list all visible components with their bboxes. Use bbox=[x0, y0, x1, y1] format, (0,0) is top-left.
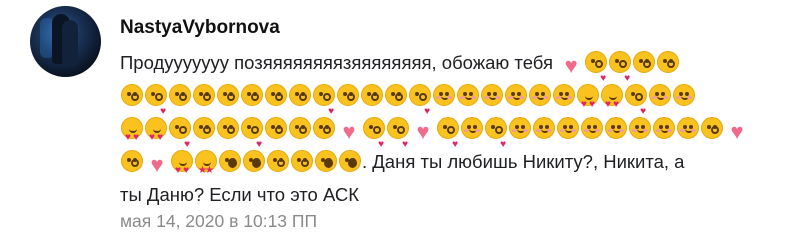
message-line bbox=[120, 79, 780, 128]
kissing-heart-icon bbox=[437, 117, 459, 161]
sparkling-heart-icon: ♥ bbox=[150, 152, 164, 177]
kissing-closed-eyes-icon bbox=[121, 84, 143, 106]
message-text: . Даня ты любишь Никиту?, Никита, а bbox=[362, 151, 685, 172]
author-avatar[interactable] bbox=[30, 6, 101, 77]
kissing-closed-eyes-icon bbox=[657, 51, 680, 73]
blush-icon bbox=[557, 117, 579, 139]
blush-icon bbox=[649, 84, 671, 106]
blush-icon bbox=[677, 117, 699, 139]
hushed-icon bbox=[315, 150, 337, 172]
blush-icon bbox=[529, 84, 551, 106]
kissing-heart-icon bbox=[387, 117, 409, 161]
kissing-heart-icon bbox=[363, 117, 385, 161]
blush-icon bbox=[581, 117, 603, 139]
heart-eyes-icon bbox=[601, 84, 623, 121]
kissing-closed-eyes-icon bbox=[169, 84, 191, 106]
kissing-closed-eyes-icon bbox=[291, 150, 313, 172]
kissing-closed-eyes-icon bbox=[217, 84, 239, 106]
kissing-closed-eyes-icon bbox=[241, 84, 263, 106]
kissing-heart-icon bbox=[625, 84, 647, 128]
blush-icon bbox=[481, 84, 503, 106]
heart-eyes-icon bbox=[171, 150, 193, 187]
kissing-closed-eyes-icon bbox=[193, 117, 215, 139]
kissing-heart-icon bbox=[145, 84, 167, 128]
blush-icon bbox=[461, 117, 483, 139]
kissing-closed-eyes-icon bbox=[385, 84, 407, 106]
kissing-closed-eyes-icon bbox=[337, 84, 359, 106]
comment-message: Продууууууу позяяяяяяяязяяяяяяяя, обожаю… bbox=[120, 46, 780, 211]
kissing-closed-eyes-icon bbox=[361, 84, 383, 106]
hushed-icon bbox=[243, 150, 265, 172]
sparkling-heart-icon: ♥ bbox=[564, 53, 578, 78]
blush-icon bbox=[533, 117, 555, 139]
kissing-heart-icon bbox=[485, 117, 507, 161]
kissing-closed-eyes-icon bbox=[289, 117, 311, 139]
blush-icon bbox=[433, 84, 455, 106]
kissing-closed-eyes-icon bbox=[701, 117, 723, 139]
message-line: ты Даню? Если что это АСК bbox=[120, 178, 780, 211]
message-text: Продууууууу позяяяяяяяязяяяяяяяя, обожаю… bbox=[120, 52, 559, 73]
kissing-heart-icon bbox=[585, 51, 608, 95]
heart-eyes-icon bbox=[121, 117, 143, 154]
hushed-icon bbox=[339, 150, 361, 172]
kissing-heart-icon bbox=[241, 117, 263, 161]
kissing-heart-icon bbox=[609, 51, 632, 95]
kissing-closed-eyes-icon bbox=[633, 51, 656, 73]
kissing-heart-icon bbox=[409, 84, 431, 128]
heart-eyes-icon bbox=[145, 117, 167, 154]
message-text: ты Даню? Если что это АСК bbox=[120, 184, 360, 205]
blush-icon bbox=[605, 117, 627, 139]
kissing-closed-eyes-icon bbox=[313, 117, 335, 139]
sparkling-heart-icon: ♥ bbox=[342, 119, 356, 144]
kissing-heart-icon bbox=[313, 84, 335, 128]
message-line: ♥ ♥ ♥ bbox=[120, 112, 780, 161]
comment-timestamp[interactable]: мая 14, 2020 в 10:13 ПП bbox=[120, 211, 317, 232]
kissing-closed-eyes-icon bbox=[121, 150, 143, 172]
kissing-closed-eyes-icon bbox=[267, 150, 289, 172]
message-line: Продууууууу позяяяяяяяязяяяяяяяя, обожаю… bbox=[120, 46, 780, 95]
blush-icon bbox=[457, 84, 479, 106]
blush-icon bbox=[553, 84, 575, 106]
sparkling-heart-icon: ♥ bbox=[730, 119, 744, 144]
kissing-closed-eyes-icon bbox=[289, 84, 311, 106]
kissing-closed-eyes-icon bbox=[265, 84, 287, 106]
sparkling-heart-icon: ♥ bbox=[416, 119, 430, 144]
kissing-closed-eyes-icon bbox=[193, 84, 215, 106]
blush-icon bbox=[505, 84, 527, 106]
blush-icon bbox=[653, 117, 675, 139]
hushed-icon bbox=[219, 150, 241, 172]
heart-eyes-icon bbox=[577, 84, 599, 121]
blush-icon bbox=[509, 117, 531, 139]
kissing-closed-eyes-icon bbox=[265, 117, 287, 139]
kissing-closed-eyes-icon bbox=[217, 117, 239, 139]
blush-icon bbox=[673, 84, 695, 106]
blush-icon bbox=[629, 117, 651, 139]
avatar-figure-right bbox=[62, 20, 78, 66]
author-name[interactable]: NastyaVybornova bbox=[120, 17, 280, 39]
kissing-heart-icon bbox=[169, 117, 191, 161]
message-line: ♥ . Даня ты любишь Никиту?, Никита, а bbox=[120, 145, 780, 187]
star-struck-icon bbox=[195, 150, 217, 187]
